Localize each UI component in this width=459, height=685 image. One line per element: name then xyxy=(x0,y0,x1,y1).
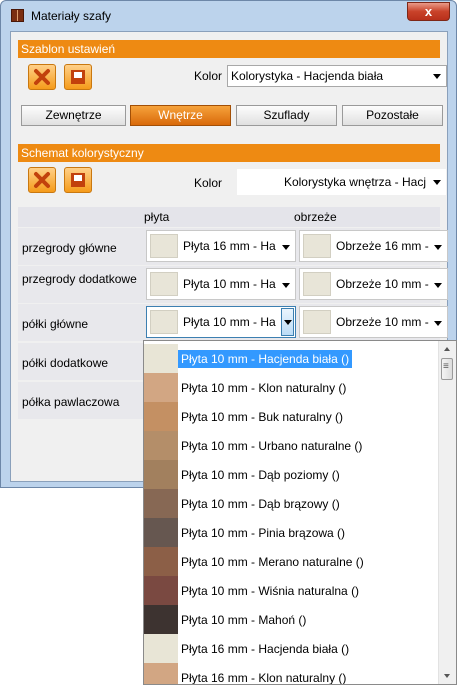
dropdown-item-label: Płyta 10 mm - Klon naturalny () xyxy=(181,381,347,395)
plate-value: Płyta 10 mm - Ha xyxy=(183,277,276,291)
save-scheme-button[interactable] xyxy=(64,167,92,193)
chevron-down-icon xyxy=(433,180,441,185)
dropdown-item[interactable]: Płyta 16 mm - Hacjenda biała () xyxy=(144,634,440,664)
color-swatch xyxy=(144,431,178,461)
tab-wnetrze[interactable]: Wnętrze xyxy=(130,105,231,126)
color-swatch xyxy=(144,489,178,519)
dropdown-item[interactable]: Płyta 10 mm - Merano naturalne () xyxy=(144,547,440,577)
wardrobe-icon xyxy=(11,9,24,22)
dropdown-item-label: Płyta 10 mm - Merano naturalne () xyxy=(181,555,364,569)
column-header-edge: obrzeże xyxy=(294,210,337,224)
delete-icon xyxy=(34,172,50,188)
dropdown-item-label: Płyta 10 mm - Urbano naturalne () xyxy=(181,439,363,453)
scheme-color-value: Kolorystyka wnętrza - Hacj xyxy=(283,175,426,189)
dropdown-item-label: Płyta 10 mm - Dąb brązowy () xyxy=(181,497,340,511)
tab-pozostale[interactable]: Pozostałe xyxy=(342,105,443,126)
dropdown-item[interactable]: Płyta 10 mm - Dąb brązowy () xyxy=(144,489,440,519)
plate-value: Płyta 16 mm - Ha xyxy=(183,239,276,253)
dropdown-item-label: Płyta 16 mm - Klon naturalny () xyxy=(181,671,347,685)
chevron-down-icon xyxy=(434,245,442,250)
row-label: półki główne xyxy=(22,317,89,331)
color-swatch xyxy=(144,576,178,606)
template-color-value: Kolorystyka - Hacjenda biała xyxy=(231,69,384,83)
color-swatch xyxy=(150,234,178,258)
plate-value: Płyta 10 mm - Ha xyxy=(183,315,276,329)
dropdown-item[interactable]: Płyta 10 mm - Buk naturalny () xyxy=(144,402,440,432)
dropdown-item[interactable]: Płyta 10 mm - Dąb poziomy () xyxy=(144,460,440,490)
edge-value: Obrzeże 16 mm - xyxy=(336,239,429,253)
chevron-down-icon xyxy=(282,283,290,288)
color-swatch xyxy=(144,547,178,577)
dropdown-button[interactable] xyxy=(281,308,294,336)
dropdown-item-label: Płyta 10 mm - Pinia brązowa () xyxy=(181,526,346,540)
delete-template-button[interactable] xyxy=(28,64,56,90)
color-swatch xyxy=(150,310,178,334)
scheme-color-select[interactable]: Kolorystyka wnętrza - Hacj xyxy=(236,168,447,196)
scroll-thumb[interactable] xyxy=(441,358,453,380)
edge-select[interactable]: Obrzeże 10 mm - xyxy=(299,268,448,300)
color-swatch xyxy=(144,460,178,490)
row-label: półka pawlaczowa xyxy=(22,395,120,409)
title-bar[interactable]: Materiały szafy x xyxy=(1,1,456,31)
dropdown-item[interactable]: Płyta 10 mm - Pinia brązowa () xyxy=(144,518,440,548)
color-swatch xyxy=(303,272,331,296)
grid-header-row xyxy=(18,207,440,227)
color-swatch xyxy=(150,272,178,296)
dropdown-item-label: Płyta 16 mm - Hacjenda biała () xyxy=(181,642,350,656)
tab-zewnetrze[interactable]: Zewnętrze xyxy=(21,105,126,126)
dropdown-item[interactable]: Płyta 10 mm - Mahoń () xyxy=(144,605,440,635)
dropdown-item-label: Płyta 10 mm - Dąb poziomy () xyxy=(181,468,340,482)
dropdown-item-label: Płyta 10 mm - Wiśnia naturalna () xyxy=(181,584,360,598)
edge-value: Obrzeże 10 mm - xyxy=(336,315,429,329)
dropdown-item-label: Płyta 10 mm - Buk naturalny () xyxy=(181,410,344,424)
plate-select-open[interactable]: Płyta 10 mm - Ha xyxy=(146,306,296,338)
close-button[interactable]: x xyxy=(407,2,450,21)
dropdown-item[interactable]: Płyta 10 mm - Wiśnia naturalna () xyxy=(144,576,440,606)
color-swatch xyxy=(144,605,178,635)
color-swatch xyxy=(144,663,178,684)
dropdown-item[interactable]: Płyta 10 mm - Urbano naturalne () xyxy=(144,431,440,461)
chevron-down-icon xyxy=(434,321,442,326)
dropdown-item-label: Płyta 10 mm - Hacjenda biała () xyxy=(178,350,353,368)
dropdown-item[interactable]: Płyta 16 mm - Klon naturalny () xyxy=(144,663,440,685)
dropdown-item[interactable]: Płyta 10 mm - Hacjenda biała () xyxy=(144,344,440,374)
dropdown-item-label: Płyta 10 mm - Mahoń () xyxy=(181,613,307,627)
template-color-label: Kolor xyxy=(194,69,223,83)
color-swatch xyxy=(144,402,178,432)
color-swatch xyxy=(144,373,178,403)
color-swatch xyxy=(144,634,178,664)
delete-icon xyxy=(34,69,50,85)
scroll-down-icon[interactable] xyxy=(444,674,450,678)
save-icon xyxy=(71,70,85,84)
color-swatch xyxy=(144,344,178,374)
plate-select[interactable]: Płyta 10 mm - Ha xyxy=(146,268,296,300)
row-label: przegrody dodatkowe xyxy=(22,272,137,286)
color-swatch xyxy=(303,310,331,334)
chevron-down-icon xyxy=(434,283,442,288)
template-color-select[interactable]: Kolorystyka - Hacjenda biała xyxy=(227,65,447,87)
edge-value: Obrzeże 10 mm - xyxy=(336,277,429,291)
delete-scheme-button[interactable] xyxy=(28,167,56,193)
chevron-down-icon xyxy=(433,74,441,79)
plate-dropdown-list[interactable]: Płyta 10 mm - Hacjenda biała () Płyta 10 … xyxy=(143,340,457,685)
edge-select[interactable]: Obrzeże 10 mm - xyxy=(299,306,448,338)
color-swatch xyxy=(144,518,178,548)
chevron-down-icon xyxy=(282,245,290,250)
row-label: półki dodatkowe xyxy=(22,356,109,370)
save-icon xyxy=(71,173,85,187)
row-label: przegrody główne xyxy=(22,241,117,255)
dropdown-item[interactable]: Płyta 10 mm - Klon naturalny () xyxy=(144,373,440,403)
color-swatch xyxy=(303,234,331,258)
scheme-color-label: Kolor xyxy=(194,176,223,190)
scroll-up-icon[interactable] xyxy=(444,347,450,351)
window-title: Materiały szafy xyxy=(31,9,112,23)
tab-szuflady[interactable]: Szuflady xyxy=(236,105,337,126)
template-section-header: Szablon ustawień xyxy=(18,40,440,58)
dropdown-scrollbar[interactable] xyxy=(438,341,456,684)
column-header-plate: płyta xyxy=(144,210,170,224)
scheme-section-header: Schemat kolorystyczny xyxy=(18,144,440,162)
plate-select[interactable]: Płyta 16 mm - Ha xyxy=(146,230,296,262)
edge-select[interactable]: Obrzeże 16 mm - xyxy=(299,230,448,262)
save-template-button[interactable] xyxy=(64,64,92,90)
